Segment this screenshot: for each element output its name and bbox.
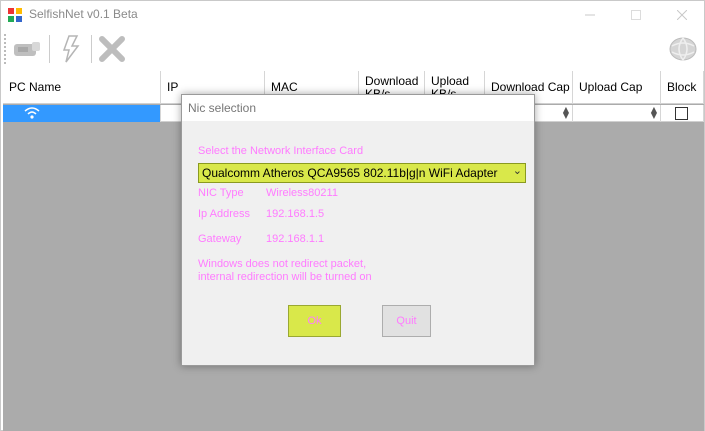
globe-icon bbox=[669, 37, 697, 61]
spinner-arrows-icon[interactable]: ▲ ▼ bbox=[651, 106, 657, 120]
nic-select-value: Qualcomm Atheros QCA9565 802.11b|g|n WiF… bbox=[202, 166, 498, 180]
nic-type-label: NIC Type bbox=[198, 187, 244, 199]
warning-line-2: internal redirection will be turned on bbox=[198, 271, 372, 283]
nic-type-value: Wireless80211 bbox=[266, 187, 338, 199]
minimize-button[interactable] bbox=[567, 3, 613, 27]
col-block[interactable]: Block bbox=[661, 71, 704, 104]
toolbar-separator bbox=[49, 35, 50, 63]
maximize-icon bbox=[631, 10, 641, 20]
spinner-arrows-icon[interactable]: ▲ ▼ bbox=[563, 106, 569, 120]
minimize-icon bbox=[585, 14, 595, 16]
app-icon bbox=[8, 8, 22, 22]
nic-prompt-label: Select the Network Interface Card bbox=[198, 145, 364, 157]
wifi-icon bbox=[24, 107, 40, 119]
lightning-icon bbox=[62, 35, 80, 63]
col-pc-name[interactable]: PC Name bbox=[3, 71, 161, 104]
dialog-title: Nic selection bbox=[188, 101, 257, 115]
globe-button[interactable] bbox=[667, 33, 699, 65]
block-checkbox[interactable] bbox=[675, 107, 688, 120]
nic-selection-dialog: Nic selection Select the Network Interfa… bbox=[181, 94, 535, 366]
network-card-button[interactable] bbox=[11, 33, 43, 65]
gateway-label: Gateway bbox=[198, 233, 242, 245]
dialog-title-bar[interactable]: Nic selection bbox=[182, 95, 534, 121]
close-button[interactable] bbox=[659, 3, 705, 27]
chevron-down-icon[interactable]: ⌄ bbox=[513, 164, 522, 177]
toolbar bbox=[1, 29, 704, 69]
title-bar[interactable]: SelfishNet v0.1 Beta bbox=[1, 1, 704, 29]
ip-address-value: 192.168.1.5 bbox=[266, 208, 325, 220]
remove-x-icon bbox=[99, 36, 125, 62]
ip-address-label: Ip Address bbox=[198, 208, 250, 220]
maximize-button[interactable] bbox=[613, 3, 659, 27]
ok-button[interactable]: Ok bbox=[288, 305, 341, 337]
gateway-value: 192.168.1.1 bbox=[266, 233, 325, 245]
toolbar-separator bbox=[91, 35, 92, 63]
col-upload-cap[interactable]: Upload Cap bbox=[573, 71, 661, 104]
toolbar-grip[interactable] bbox=[4, 34, 8, 64]
window-title: SelfishNet v0.1 Beta bbox=[29, 7, 138, 21]
app-window: SelfishNet v0.1 Beta PC Name IP MAC Down… bbox=[0, 0, 705, 431]
pc-name-cell[interactable] bbox=[3, 105, 161, 122]
nic-select[interactable]: Qualcomm Atheros QCA9565 802.11b|g|n WiF… bbox=[198, 163, 526, 183]
close-icon bbox=[677, 10, 687, 20]
spoof-button[interactable] bbox=[55, 33, 87, 65]
warning-line-1: Windows does not redirect packet, bbox=[198, 258, 367, 270]
stop-button[interactable] bbox=[96, 33, 128, 65]
upload-cap-cell[interactable]: ▲ ▼ bbox=[573, 105, 661, 122]
quit-button[interactable]: Quit bbox=[382, 305, 431, 337]
network-card-icon bbox=[14, 42, 40, 56]
block-cell bbox=[661, 105, 704, 122]
